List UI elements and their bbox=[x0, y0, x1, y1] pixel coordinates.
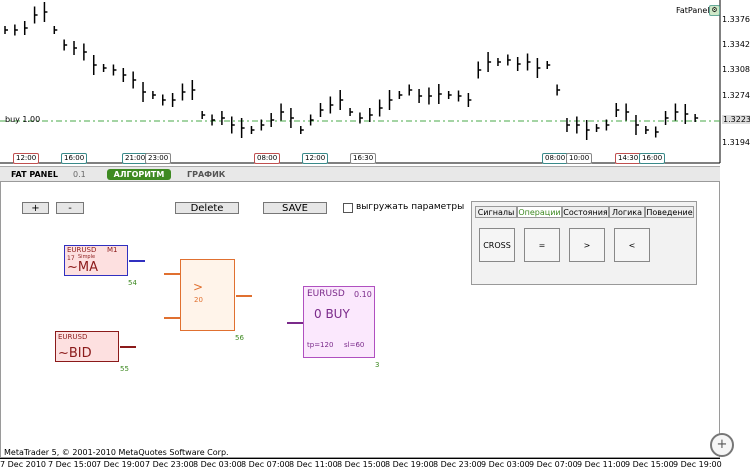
time-axis-label: 8 Dec 19:00 bbox=[385, 460, 434, 469]
time-axis-label: 8 Dec 07:00 bbox=[241, 460, 290, 469]
time-axis-label: 9 Dec 07:00 bbox=[529, 460, 578, 469]
time-axis-label: 8 Dec 03:00 bbox=[193, 460, 242, 469]
comparison-operator: > bbox=[193, 280, 204, 294]
comparison-input-top[interactable] bbox=[164, 273, 180, 275]
order-id: 3 bbox=[375, 361, 380, 369]
ma-name: ~MA bbox=[67, 260, 99, 275]
ma-output-connector[interactable] bbox=[129, 260, 145, 262]
time-marker: 12:00 bbox=[302, 153, 329, 164]
equal-operation-button[interactable]: = bbox=[524, 228, 560, 262]
time-marker: 12:00 bbox=[13, 153, 40, 164]
time-axis-line bbox=[0, 458, 720, 459]
bid-id: 55 bbox=[120, 365, 129, 373]
bid-block[interactable]: EURUSD ~BID bbox=[55, 331, 119, 362]
time-axis-label: 9 Dec 03:00 bbox=[481, 460, 530, 469]
time-axis-label: 8 Dec 15:00 bbox=[337, 460, 386, 469]
tab-states[interactable]: Состояния bbox=[562, 206, 609, 218]
tab-algorithm[interactable]: АЛГОРИТМ bbox=[107, 169, 171, 180]
time-axis-label: 8 Dec 11:00 bbox=[289, 460, 338, 469]
comparison-block[interactable]: > 20 bbox=[180, 259, 235, 331]
time-axis-label: 8 Dec 23:00 bbox=[433, 460, 482, 469]
tab-logic[interactable]: Логика bbox=[609, 206, 645, 218]
bid-symbol: EURUSD bbox=[58, 333, 88, 341]
comparison-output-connector[interactable] bbox=[236, 295, 252, 297]
minus-button[interactable]: - bbox=[56, 202, 84, 214]
export-checkbox[interactable] bbox=[343, 203, 353, 213]
chart-settings-icon[interactable]: ⚙ bbox=[709, 5, 720, 16]
panel-version: 0.1 bbox=[73, 170, 86, 179]
time-axis-label: 7 Dec 2010 bbox=[0, 460, 47, 469]
bid-price-label: 1.32230 bbox=[722, 115, 750, 124]
copyright-text: MetaTrader 5, © 2001-2010 MetaQuotes Sof… bbox=[4, 448, 229, 457]
comparison-id: 56 bbox=[235, 334, 244, 342]
time-marker: 08:00 bbox=[542, 153, 569, 164]
time-marker: 16:00 bbox=[61, 153, 88, 164]
price-label: 1.33760 bbox=[722, 15, 750, 24]
comparison-input-bottom[interactable] bbox=[164, 317, 180, 319]
order-input-connector[interactable] bbox=[287, 322, 303, 324]
time-marker: 08:00 bbox=[254, 153, 281, 164]
time-marker: 16:30 bbox=[350, 153, 377, 164]
delete-button[interactable]: Delete bbox=[175, 202, 239, 214]
order-stop-loss: sl=60 bbox=[344, 341, 365, 349]
time-axis-label: 7 Dec 23:00 bbox=[145, 460, 194, 469]
ma-timeframe: M1 bbox=[107, 246, 118, 254]
tab-signals[interactable]: Сигналы bbox=[475, 206, 517, 218]
bid-name: ~BID bbox=[58, 346, 92, 361]
time-axis-label: 9 Dec 11:00 bbox=[577, 460, 626, 469]
ma-id: 54 bbox=[128, 279, 137, 287]
export-checkbox-label: выгружать параметры bbox=[356, 202, 465, 212]
tab-operations[interactable]: Операции bbox=[517, 206, 562, 218]
time-axis-label: 9 Dec 15:00 bbox=[625, 460, 674, 469]
plus-button[interactable]: + bbox=[22, 202, 49, 214]
time-axis-label: 7 Dec 19:00 bbox=[96, 460, 145, 469]
time-axis-label: 7 Dec 15:00 bbox=[48, 460, 97, 469]
ma-symbol: EURUSD bbox=[67, 246, 97, 254]
tab-behavior[interactable]: Поведение bbox=[645, 206, 694, 218]
order-symbol: EURUSD bbox=[307, 289, 345, 299]
order-action: 0 BUY bbox=[314, 307, 350, 321]
price-chart[interactable] bbox=[0, 0, 750, 165]
bid-output-connector[interactable] bbox=[120, 346, 136, 348]
price-label: 1.32740 bbox=[722, 91, 750, 100]
time-axis-label: 9 Dec 19:00 bbox=[673, 460, 722, 469]
symbol-label: FatPanel bbox=[676, 6, 710, 15]
tab-chart[interactable]: ГРАФИК bbox=[187, 169, 225, 180]
comparison-value: 20 bbox=[194, 296, 203, 304]
save-button[interactable]: SAVE bbox=[263, 202, 327, 214]
price-label: 1.33420 bbox=[722, 40, 750, 49]
ma-block[interactable]: EURUSD M1 17 Simple ~MA bbox=[64, 245, 128, 276]
time-marker: 10:00 bbox=[566, 153, 593, 164]
price-label: 1.33080 bbox=[722, 65, 750, 74]
buy-order-label: buy 1.00 bbox=[5, 115, 41, 124]
price-label: 1.31940 bbox=[722, 138, 750, 147]
order-block[interactable]: EURUSD 0.10 0 BUY tp=120 sl=60 bbox=[303, 286, 375, 358]
panel-title: FAT PANEL bbox=[11, 170, 58, 179]
cross-operation-button[interactable]: CROSS bbox=[479, 228, 515, 262]
time-marker: 23:00 bbox=[145, 153, 172, 164]
zoom-icon[interactable]: + bbox=[710, 433, 734, 457]
time-marker: 14:30 bbox=[615, 153, 642, 164]
time-marker: 16:00 bbox=[639, 153, 666, 164]
greater-operation-button[interactable]: > bbox=[569, 228, 605, 262]
order-lot: 0.10 bbox=[354, 290, 372, 299]
less-operation-button[interactable]: < bbox=[614, 228, 650, 262]
order-take-profit: tp=120 bbox=[307, 341, 334, 349]
